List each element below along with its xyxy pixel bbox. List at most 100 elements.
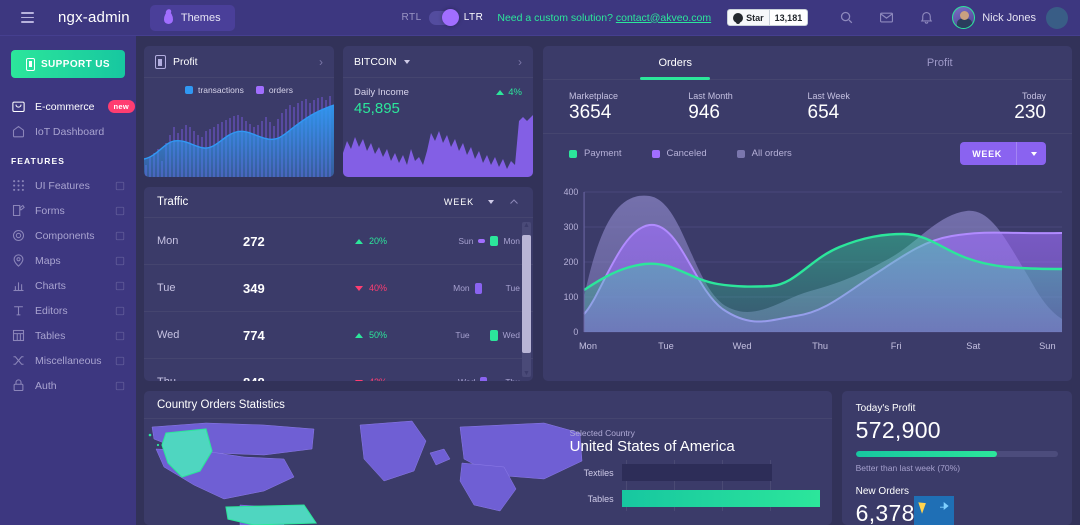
themes-button[interactable]: Themes: [149, 4, 235, 31]
x-tick: Tue: [658, 341, 674, 351]
profit-sparkline-chart: [144, 96, 334, 177]
table-row[interactable]: Mon 272 20% Sun Mon: [144, 218, 533, 265]
sidebar-item-iot-dashboard[interactable]: IoT Dashboard: [0, 119, 136, 144]
table-row[interactable]: Thu 848 43% Wed Thu: [144, 359, 533, 381]
bell-icon[interactable]: [906, 0, 946, 36]
triangle-up-icon: [496, 90, 505, 95]
profit-card-title: Profit: [173, 55, 198, 68]
bar-track: [621, 490, 820, 507]
traffic-value: 774: [243, 327, 265, 343]
legend-item-payment[interactable]: Payment: [569, 148, 622, 159]
traffic-period-label[interactable]: WEEK: [444, 197, 474, 207]
sidebar-item-ui-features[interactable]: UI Features: [0, 173, 136, 198]
search-icon[interactable]: [826, 0, 866, 36]
user-menu[interactable]: Nick Jones: [952, 6, 1036, 29]
cursor-overlay: [913, 496, 954, 525]
bitcoin-card-header: BITCOIN ›: [343, 46, 533, 78]
direction-toggle-group[interactable]: RTL LTR: [401, 8, 484, 26]
table-row[interactable]: Tue 349 40% Mon Tue: [144, 265, 533, 312]
orders-tabs: Orders Profit: [543, 46, 1072, 80]
table-row[interactable]: Wed 774 50% Tue Wed: [144, 312, 533, 359]
y-tick: 400: [564, 187, 579, 197]
y-tick: 300: [564, 222, 579, 232]
triangle-up-icon: [355, 238, 363, 244]
support-us-button[interactable]: SUPPORT US: [11, 50, 125, 78]
github-star-button[interactable]: Star 13,181: [727, 9, 809, 26]
chevron-right-icon[interactable]: ›: [319, 55, 323, 69]
sidebar-item-label: Editors: [35, 304, 68, 317]
bitcoin-delta-value: 4%: [508, 87, 522, 98]
x-tick: Sun: [1039, 341, 1055, 351]
sidebar-item-editors[interactable]: Editors: [0, 298, 136, 323]
contact-link[interactable]: contact@akveo.com: [616, 12, 711, 24]
tab-orders[interactable]: Orders: [543, 46, 808, 79]
sidebar-item-miscellaneous[interactable]: Miscellaneous: [0, 348, 136, 373]
kpi-last-week: Last Week 654: [808, 91, 927, 124]
x-tick: Mon: [579, 341, 597, 351]
sidebar-item-charts[interactable]: Charts: [0, 273, 136, 298]
orders-period-button[interactable]: WEEK: [960, 142, 1046, 165]
divider: [1016, 142, 1017, 165]
book-icon: [155, 54, 166, 69]
traffic-mini-chart: Tue Wed: [443, 329, 520, 341]
ltr-label: LTR: [463, 12, 484, 23]
text-icon: [14, 306, 23, 316]
sidebar-item-e-commerce[interactable]: E-commerce new: [0, 94, 136, 119]
dashboard-row-bottom: Country Orders Statistics Selected Count…: [144, 391, 1072, 525]
sidebar-item-components[interactable]: Components: [0, 223, 136, 248]
legend-item-canceled[interactable]: Canceled: [651, 148, 707, 159]
menu-icon[interactable]: [14, 5, 40, 31]
world-map[interactable]: [144, 419, 584, 525]
mini-bar: [474, 282, 482, 294]
dashboard-app: ngx-admin Themes RTL LTR Need a custom s…: [0, 0, 1080, 525]
chevron-down-icon[interactable]: [403, 59, 410, 64]
kpi-last-month: Last Month 946: [688, 91, 807, 124]
mini-bar: [480, 376, 488, 381]
dashboard-row-top: Profit › transactions orders BITCOIN › D…: [144, 46, 1072, 381]
book-icon: [25, 57, 35, 71]
tab-profit[interactable]: Profit: [808, 46, 1073, 79]
sidebar-item-label: Forms: [35, 204, 65, 217]
world-map-wrapper: Selected Country United States of Americ…: [144, 419, 832, 525]
selected-country-panel: Selected Country United States of Americ…: [556, 419, 832, 525]
scroll-down-icon[interactable]: ▼: [523, 370, 530, 377]
chevron-up-icon[interactable]: [508, 196, 520, 208]
direction-toggle[interactable]: [428, 8, 459, 26]
traffic-scrollbar[interactable]: ▲ ▼: [522, 222, 531, 377]
sidebar-item-label: Miscellaneous: [35, 354, 102, 367]
home-icon: [12, 125, 25, 138]
mini-bar: [489, 329, 498, 341]
daily-income-value: 45,895: [354, 100, 400, 117]
sidebar-item-label: Tables: [35, 329, 66, 342]
lock-icon: [13, 379, 24, 392]
scroll-up-icon[interactable]: ▲: [523, 222, 530, 229]
chevron-right-icon[interactable]: ›: [518, 55, 522, 69]
droplet-icon: [163, 11, 173, 24]
sidebar-item-maps[interactable]: Maps: [0, 248, 136, 273]
bar-fill: [621, 464, 773, 481]
todays-profit-value: 572,900: [855, 417, 941, 443]
traffic-day: Mon: [157, 235, 179, 247]
selected-country-label: Selected Country: [569, 428, 635, 438]
assistant-icon[interactable]: [1046, 6, 1068, 29]
chevron-right-icon: [115, 381, 125, 390]
sidebar-item-auth[interactable]: Auth: [0, 373, 136, 398]
kpi-value: 230: [1014, 102, 1046, 123]
chevron-down-icon[interactable]: [488, 200, 494, 204]
traffic-delta-value: 40%: [369, 283, 388, 293]
sidebar-item-forms[interactable]: Forms: [0, 198, 136, 223]
chevron-right-icon: [115, 281, 125, 290]
x-tick: Thu: [812, 341, 828, 351]
chevron-down-icon[interactable]: [1031, 151, 1037, 156]
traffic-value: 848: [243, 375, 355, 382]
edit-icon: [12, 204, 25, 217]
sidebar-item-tables[interactable]: Tables: [0, 323, 136, 348]
traffic-delta: 40%: [355, 283, 443, 293]
sidebar-item-label: Charts: [35, 279, 66, 292]
bar-fill: [621, 490, 820, 507]
scrollbar-thumb[interactable]: [522, 235, 531, 353]
email-icon[interactable]: [866, 0, 906, 36]
chevron-right-icon: [115, 231, 125, 240]
sidebar-item-label: Maps: [35, 254, 61, 267]
legend-item-all-orders[interactable]: All orders: [736, 148, 792, 159]
